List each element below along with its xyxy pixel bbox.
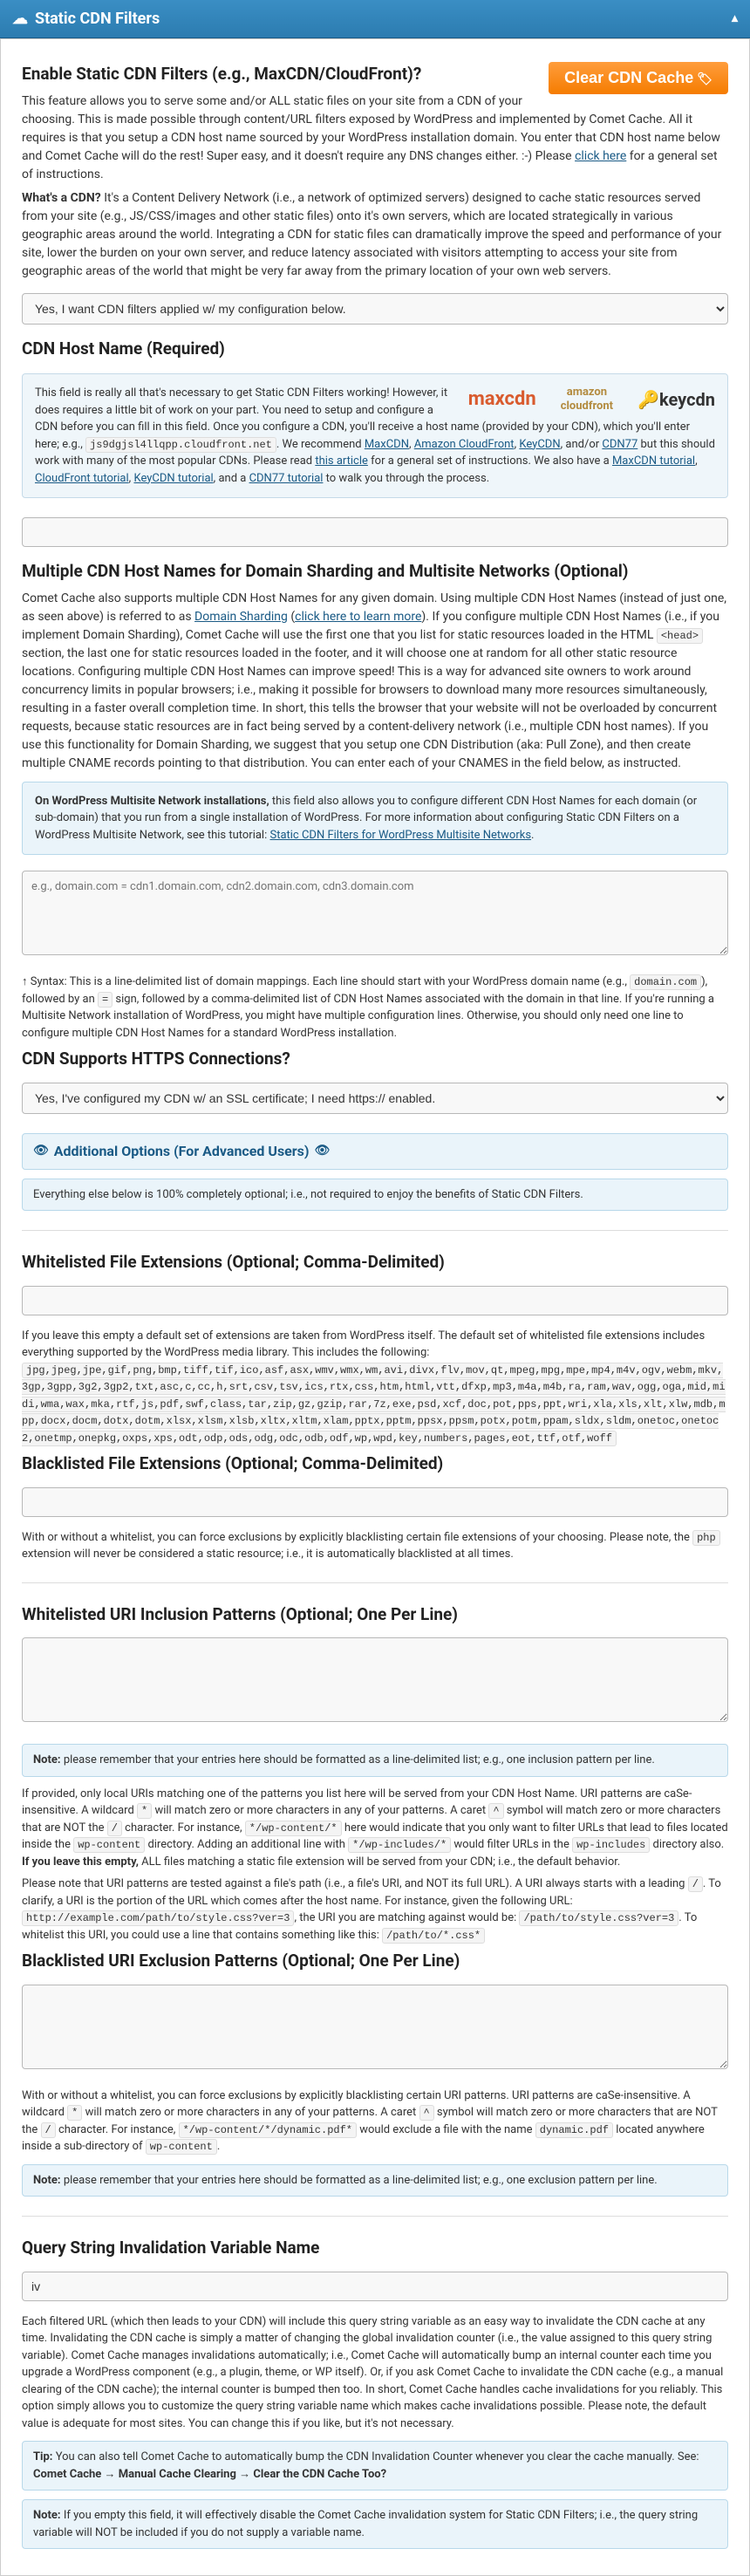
- advanced-desc-box: Everything else below is 100% completely…: [22, 1179, 728, 1212]
- divider: [22, 2216, 728, 2217]
- cloudfront-logo: amazoncloudfront: [561, 386, 613, 412]
- cloudfront-link[interactable]: Amazon CloudFront: [414, 438, 515, 451]
- section-title-https: CDN Supports HTTPS Connections?: [22, 1047, 728, 1072]
- section-title-whitelist-uri: Whitelisted URI Inclusion Patterns (Opti…: [22, 1602, 728, 1628]
- blacklist-ext-desc: With or without a whitelist, you can for…: [22, 1529, 728, 1563]
- chevron-up-icon[interactable]: ▴: [732, 10, 738, 28]
- multiple-description: Comet Cache also supports multiple CDN H…: [22, 590, 728, 773]
- advanced-options-header[interactable]: 👁 Additional Options (For Advanced Users…: [22, 1133, 728, 1170]
- keycdn-logo: 🔑keycdn: [638, 386, 715, 413]
- domain-sharding-link[interactable]: Domain Sharding: [194, 610, 288, 624]
- panel-header[interactable]: ☁ Static CDN Filters ▴: [0, 0, 750, 38]
- tag-icon: 🏷: [697, 72, 712, 85]
- hostname-info-panel: maxcdn amazoncloudfront 🔑keycdn This fie…: [22, 373, 728, 498]
- enable-description: This feature allows you to serve some an…: [22, 92, 728, 184]
- section-title-hostname: CDN Host Name (Required): [22, 337, 728, 362]
- section-title-querystring: Query String Invalidation Variable Name: [22, 2236, 728, 2261]
- cloud-icon: ☁: [12, 7, 28, 31]
- keycdn-tutorial-link[interactable]: KeyCDN tutorial: [133, 472, 213, 485]
- cloudfront-tutorial-link[interactable]: CloudFront tutorial: [35, 472, 129, 485]
- divider: [22, 1230, 728, 1231]
- whats-cdn-paragraph: What's a CDN? It's a Content Delivery Ne…: [22, 189, 728, 281]
- section-title-multiple: Multiple CDN Host Names for Domain Shard…: [22, 559, 728, 584]
- whitelist-uri-textarea[interactable]: [22, 1637, 728, 1722]
- keycdn-link[interactable]: KeyCDN: [519, 438, 560, 451]
- section-title-blacklist-ext: Blacklisted File Extensions (Optional; C…: [22, 1452, 728, 1477]
- whitelist-ext-input[interactable]: [22, 1286, 728, 1315]
- whitelist-uri-note: Note: please remember that your entries …: [22, 1744, 728, 1777]
- multisite-info-box: On WordPress Multisite Network installat…: [22, 782, 728, 856]
- cdn77-link[interactable]: CDN77: [602, 438, 638, 451]
- maxcdn-logo: maxcdn: [468, 385, 536, 413]
- querystring-desc: Each filtered URL (which then leads to y…: [22, 2313, 728, 2433]
- blacklist-uri-textarea[interactable]: [22, 1985, 728, 2069]
- learn-more-link[interactable]: click here to learn more: [295, 610, 421, 624]
- blacklist-uri-desc: With or without a whitelist, you can for…: [22, 2087, 728, 2156]
- click-here-link[interactable]: click here: [575, 149, 626, 163]
- eye-icon: 👁: [315, 1142, 331, 1160]
- cdn-logos: maxcdn amazoncloudfront 🔑keycdn: [468, 385, 715, 413]
- blacklist-ext-input[interactable]: [22, 1487, 728, 1517]
- blacklist-uri-note: Note: please remember that your entries …: [22, 2164, 728, 2197]
- whitelist-ext-desc: If you leave this empty a default set of…: [22, 1328, 728, 1447]
- divider: [22, 1582, 728, 1583]
- eye-icon: 👁: [33, 1142, 49, 1160]
- section-title-whitelist-ext: Whitelisted File Extensions (Optional; C…: [22, 1250, 728, 1275]
- maxcdn-tutorial-link[interactable]: MaxCDN tutorial: [612, 454, 695, 468]
- section-title-blacklist-uri: Blacklisted URI Exclusion Patterns (Opti…: [22, 1949, 728, 1974]
- syntax-note: ↑ Syntax: This is a line-delimited list …: [22, 974, 728, 1042]
- maxcdn-link[interactable]: MaxCDN: [365, 438, 409, 451]
- enable-cdn-select[interactable]: Yes, I want CDN filters applied w/ my co…: [22, 293, 728, 325]
- panel-title: Static CDN Filters: [35, 7, 160, 31]
- querystring-note: Note: If you empty this field, it will e…: [22, 2499, 728, 2549]
- whitelist-uri-desc2: Please note that URI patterns are tested…: [22, 1876, 728, 1944]
- this-article-link[interactable]: this article: [315, 454, 368, 468]
- multisite-tutorial-link[interactable]: Static CDN Filters for WordPress Multisi…: [269, 829, 531, 842]
- https-select[interactable]: Yes, I've configured my CDN w/ an SSL ce…: [22, 1083, 728, 1114]
- cdn77-tutorial-link[interactable]: CDN77 tutorial: [249, 472, 324, 485]
- multiple-hostnames-textarea[interactable]: [22, 871, 728, 955]
- whitelist-uri-desc: If provided, only local URIs matching on…: [22, 1786, 728, 1871]
- cdn-hostname-input[interactable]: [22, 517, 728, 547]
- querystring-var-input[interactable]: [22, 2272, 728, 2301]
- clear-cdn-cache-button[interactable]: Clear CDN Cache🏷: [549, 62, 728, 94]
- querystring-tip: Tip: You can also tell Comet Cache to au…: [22, 2441, 728, 2491]
